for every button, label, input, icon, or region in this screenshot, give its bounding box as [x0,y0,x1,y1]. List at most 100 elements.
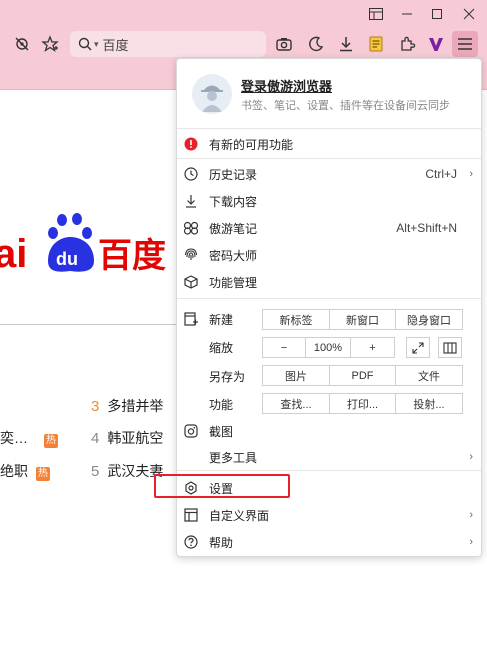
save-pdf-button[interactable]: PDF [330,365,396,386]
columns-icon [443,341,457,354]
svg-text:ai: ai [0,232,27,276]
profile-title: 登录傲游浏览器 [241,79,333,94]
menu-item-label: 截图 [209,424,234,439]
menu-item-customize[interactable]: 自定义界面 › [177,502,481,528]
menu-item-label: 有新的可用功能 [209,137,294,152]
menu-item-label: 历史记录 [209,167,258,182]
screenshot-icon[interactable] [272,32,296,56]
alert-icon [183,136,199,152]
menu-item-extensions[interactable]: 功能管理 [177,269,481,295]
search-input[interactable]: ▾ 百度 [70,31,266,57]
svg-text:百度: 百度 [98,236,166,276]
minimize-button[interactable] [391,0,423,28]
save-as-buttons: 图片 PDF 文件 [262,365,463,386]
search-icon [78,37,92,51]
chevron-down-icon: ▾ [94,38,99,49]
menu-item-label: 缩放 [209,340,234,355]
find-button[interactable]: 查找... [262,393,330,414]
shortcut-text: Ctrl+J [425,167,457,181]
chevron-right-icon: › [469,536,473,548]
hot-badge: 热 [43,434,58,448]
help-icon [183,534,199,550]
search-box-edge [0,324,180,325]
print-button[interactable]: 打印... [330,393,396,414]
camera-icon [183,423,199,439]
menu-item-notes[interactable]: 傲游笔记 Alt+Shift+N [177,215,481,241]
hot-item-text: 韩亚航空 [107,430,164,446]
new-tab-button[interactable]: 新标签 [262,309,330,330]
menu-item-label: 密码大师 [209,248,258,263]
add-favorite-icon[interactable] [38,32,62,56]
fullscreen-button[interactable] [406,337,430,358]
menu-item-downloads[interactable]: 下载内容 [177,188,481,214]
divider [177,470,481,471]
incognito-window-button[interactable]: 隐身窗口 [396,309,463,330]
baidu-logo[interactable]: ai du 百度 [0,209,175,279]
zoom-in-button[interactable]: + [351,337,395,358]
function-buttons: 查找... 打印... 投射... [262,393,463,414]
vivo-v-icon[interactable] [424,32,448,56]
menu-item-new-features[interactable]: 有新的可用功能 [177,131,481,157]
notes-icon [183,220,199,236]
main-menu-button[interactable] [452,31,478,57]
history-icon [183,166,199,182]
menu-item-passwords[interactable]: 密码大师 [177,242,481,268]
menu-item-help[interactable]: 帮助 › [177,529,481,555]
divider [177,158,481,159]
list-item[interactable]: 奕… 热 [0,428,58,448]
avatar [192,74,232,114]
svg-text:du: du [56,249,78,269]
tab-search-icon[interactable] [360,0,392,28]
menu-item-label: 另存为 [209,369,246,384]
menu-item-label: 功能 [209,397,234,412]
fingerprint-icon [183,247,199,263]
settings-highlight-box [154,474,290,498]
save-image-button[interactable]: 图片 [262,365,330,386]
zoom-controls: − 100% + [262,337,395,358]
new-window-button[interactable]: 新窗口 [330,309,396,330]
hot-item-text: 奕… [0,430,28,446]
zoom-level: 100% [306,337,351,358]
menu-item-label: 帮助 [209,535,234,550]
notes-icon[interactable] [364,32,388,56]
split-view-button[interactable] [438,337,462,358]
extensions-icon[interactable] [395,32,419,56]
menu-item-screenshot[interactable]: 截图 [177,418,481,444]
profile-subtitle: 书签、笔记、设置、插件等在设备间云同步 [241,100,450,112]
profile-login[interactable]: 登录傲游浏览器 书签、笔记、设置、插件等在设备间云同步 [177,59,481,129]
night-mode-icon[interactable] [304,32,328,56]
chevron-right-icon: › [469,451,473,463]
list-item[interactable]: 5 武汉夫妻 [91,461,163,481]
list-item[interactable]: 3 多措并举 [91,396,163,416]
close-button[interactable] [453,0,485,28]
layout-icon [183,507,199,523]
search-engine-label: 百度 [102,37,129,53]
cast-button[interactable]: 投射... [396,393,463,414]
new-buttons: 新标签 新窗口 隐身窗口 [262,309,463,330]
download-icon[interactable] [334,32,358,56]
download-icon [183,193,199,209]
list-item[interactable]: 绝职 热 [0,461,50,481]
chevron-right-icon: › [469,168,473,180]
list-item[interactable]: 4 韩亚航空 [91,428,163,448]
zoom-out-button[interactable]: − [262,337,306,358]
menu-item-label: 傲游笔记 [209,221,258,236]
toolbar: ▾ 百度 [0,28,487,60]
menu-item-history[interactable]: 历史记录 Ctrl+J › [177,161,481,187]
maximize-button[interactable] [421,0,453,28]
rank-number: 5 [91,463,100,480]
hot-item-text: 多措并举 [107,398,164,414]
save-file-button[interactable]: 文件 [396,365,463,386]
menu-item-more-tools[interactable]: 更多工具 › [177,444,481,470]
chevron-right-icon: › [469,509,473,521]
menu-item-label: 更多工具 [209,450,258,465]
fullscreen-icon [412,341,424,354]
tracking-protection-icon[interactable] [10,32,34,56]
menu-item-label: 自定义界面 [209,508,270,523]
rank-number: 3 [91,398,100,415]
hamburger-icon [458,38,472,50]
menu-item-label: 功能管理 [209,275,258,290]
new-window-icon [183,311,199,327]
hot-badge: 热 [35,467,50,481]
hot-item-text: 绝职 [0,463,28,479]
